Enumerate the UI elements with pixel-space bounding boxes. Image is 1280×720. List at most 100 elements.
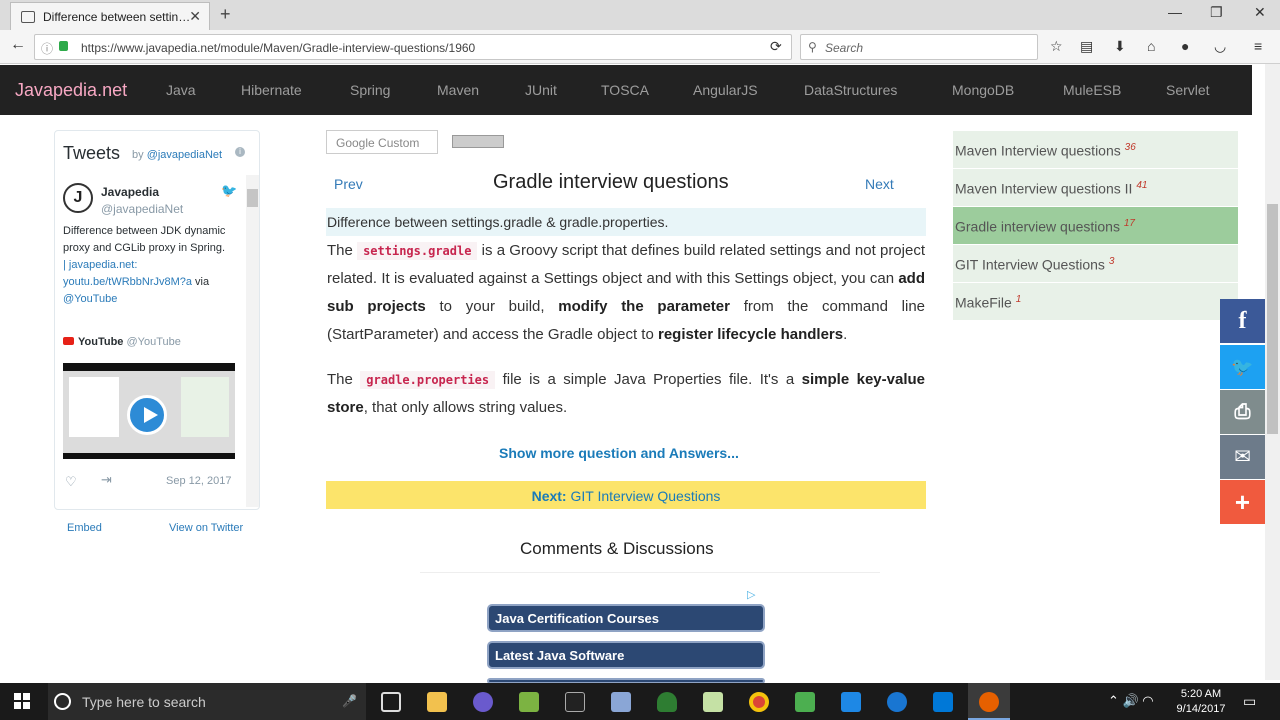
app-icon[interactable] xyxy=(519,692,539,712)
more-share-button[interactable]: + xyxy=(1220,480,1265,524)
menu-tosca[interactable]: TOSCA xyxy=(601,82,649,98)
menu-spring[interactable]: Spring xyxy=(350,82,390,98)
lock-icon xyxy=(59,41,68,51)
google-search-button[interactable] xyxy=(452,135,504,148)
scrollbar-thumb[interactable] xyxy=(1267,204,1278,434)
info-icon[interactable]: i xyxy=(235,147,245,157)
play-icon[interactable] xyxy=(127,395,167,435)
embed-link[interactable]: Embed xyxy=(67,522,102,534)
code-settings-gradle: settings.gradle xyxy=(357,242,478,260)
search-icon: ⚲ xyxy=(808,40,817,54)
browser-tab[interactable]: Difference between settin… ✕ xyxy=(10,2,210,30)
tweet-text: Difference between JDK dynamic proxy and… xyxy=(63,223,243,308)
bookmark-star-icon[interactable]: ☆ xyxy=(1050,38,1063,55)
url-text: https://www.javapedia.net/module/Maven/G… xyxy=(81,41,476,55)
tweet-link[interactable]: | javapedia.net: xyxy=(63,257,243,274)
menu-hibernate[interactable]: Hibernate xyxy=(241,82,302,98)
windows-start-icon[interactable] xyxy=(14,693,30,709)
next-link[interactable]: Next xyxy=(865,176,894,192)
chrome-icon[interactable] xyxy=(749,692,769,712)
menu-angularjs[interactable]: AngularJS xyxy=(693,82,758,98)
menu-muleesb[interactable]: MuleESB xyxy=(1063,82,1121,98)
tab-close-icon[interactable]: ✕ xyxy=(189,8,201,25)
vscode-icon[interactable] xyxy=(933,692,953,712)
adchoices-icon[interactable]: ▷ xyxy=(747,588,755,601)
menu-datastructures[interactable]: DataStructures xyxy=(804,82,897,98)
taskbar-clock[interactable]: 5:20 AM 9/14/2017 xyxy=(1170,687,1232,717)
minimize-button[interactable]: — xyxy=(1168,4,1182,20)
show-more-link[interactable]: Show more question and Answers... xyxy=(499,445,739,461)
view-on-twitter-link[interactable]: View on Twitter xyxy=(169,522,243,534)
edge-icon[interactable] xyxy=(887,692,907,712)
tweet-author-name[interactable]: Javapedia xyxy=(101,185,159,199)
print-button[interactable]: ⎙ xyxy=(1220,390,1265,434)
facebook-share-button[interactable]: f xyxy=(1220,299,1265,343)
menu-maven[interactable]: Maven xyxy=(437,82,479,98)
google-custom-search-input[interactable]: Google Custom xyxy=(326,130,438,154)
list-item[interactable]: MakeFile 1 xyxy=(953,283,1238,321)
microphone-icon[interactable]: 🎤 xyxy=(342,694,357,708)
back-arrow-icon[interactable]: ← xyxy=(10,36,26,54)
reading-list-icon[interactable]: ▤ xyxy=(1080,38,1093,55)
app-icon[interactable] xyxy=(703,692,723,712)
comments-heading: Comments & Discussions xyxy=(520,539,714,558)
tweet-youtube-link[interactable]: youtu.be/tWRbbNrJv8M?a xyxy=(63,276,192,288)
site-brand[interactable]: Javapedia.net xyxy=(15,80,127,101)
terminal-icon[interactable] xyxy=(565,692,585,712)
pocket-icon[interactable]: ◡ xyxy=(1214,38,1226,55)
video-thumbnail[interactable] xyxy=(63,363,235,459)
page-scrollbar[interactable] xyxy=(1265,64,1280,680)
like-heart-icon[interactable]: ♡ xyxy=(65,474,77,490)
email-share-button[interactable]: ✉ xyxy=(1220,435,1265,479)
window-close-button[interactable]: ✕ xyxy=(1254,4,1266,21)
tweet-date[interactable]: Sep 12, 2017 xyxy=(166,475,231,487)
youtube-attribution[interactable]: YouTube @YouTube xyxy=(63,336,181,348)
twitter-timeline-widget: Tweets by @javapediaNet i J Javapedia @j… xyxy=(54,130,260,510)
app-icon[interactable] xyxy=(657,692,677,712)
system-tray-icons[interactable]: ⌃ 🔊 ◠ xyxy=(1108,693,1154,709)
maximize-button[interactable]: ❐ xyxy=(1210,4,1223,21)
download-icon[interactable]: ⬇ xyxy=(1114,38,1126,55)
home-icon[interactable]: ⌂ xyxy=(1147,38,1155,54)
tweets-scrollbar[interactable] xyxy=(246,175,259,507)
list-item[interactable]: Maven Interview questions 36 xyxy=(953,131,1238,169)
menu-servlet[interactable]: Servlet xyxy=(1166,82,1210,98)
firefox-active-tab[interactable] xyxy=(968,683,1010,720)
hamburger-menu-icon[interactable]: ≡ xyxy=(1254,38,1262,54)
browser-search-input[interactable]: ⚲ Search xyxy=(800,34,1038,60)
app-icon[interactable] xyxy=(795,692,815,712)
twitter-share-button[interactable]: 🐦 xyxy=(1220,345,1265,389)
chat-icon[interactable]: ● xyxy=(1181,38,1189,54)
tweets-scroll-thumb[interactable] xyxy=(247,189,258,207)
list-item[interactable]: Maven Interview questions II 41 xyxy=(953,169,1238,207)
tweets-handle-link[interactable]: @javapediaNet xyxy=(147,149,222,161)
site-header: Javapedia.net Java Hibernate Spring Mave… xyxy=(0,65,1252,115)
app-icon[interactable] xyxy=(841,692,861,712)
share-icon[interactable]: ⇥ xyxy=(101,472,112,488)
tweet-author-handle[interactable]: @javapediaNet xyxy=(101,202,183,216)
new-tab-button[interactable]: + xyxy=(220,4,231,25)
task-view-icon[interactable] xyxy=(381,692,401,712)
url-bar[interactable]: ⓘ https://www.javapedia.net/module/Maven… xyxy=(34,34,792,60)
avatar[interactable]: J xyxy=(63,183,93,213)
file-explorer-icon[interactable] xyxy=(427,692,447,712)
app-icon[interactable] xyxy=(473,692,493,712)
list-item[interactable]: GIT Interview Questions 3 xyxy=(953,245,1238,283)
question-heading: Difference between settings.gradle & gra… xyxy=(326,208,926,236)
notification-icon[interactable]: ▭ xyxy=(1243,693,1256,710)
info-icon[interactable]: ⓘ xyxy=(41,40,53,57)
tweet-via-handle[interactable]: @YouTube xyxy=(63,291,243,308)
menu-junit[interactable]: JUnit xyxy=(525,82,557,98)
prev-link[interactable]: Prev xyxy=(334,176,363,192)
ad-button-java-certification[interactable]: Java Certification Courses xyxy=(487,604,765,632)
ad-button-latest-java-software[interactable]: Latest Java Software xyxy=(487,641,765,669)
firefox-icon[interactable] xyxy=(979,692,999,712)
next-question-link[interactable]: GIT Interview Questions xyxy=(570,488,720,504)
menu-mongodb[interactable]: MongoDB xyxy=(952,82,1014,98)
app-icon[interactable] xyxy=(611,692,631,712)
next-question-bar[interactable]: Next: GIT Interview Questions xyxy=(326,481,926,509)
list-item-active[interactable]: Gradle interview questions 17 xyxy=(953,207,1238,245)
taskbar-search-input[interactable]: Type here to search 🎤 xyxy=(48,683,366,720)
menu-java[interactable]: Java xyxy=(166,82,196,98)
reload-icon[interactable]: ⟳ xyxy=(770,38,782,55)
